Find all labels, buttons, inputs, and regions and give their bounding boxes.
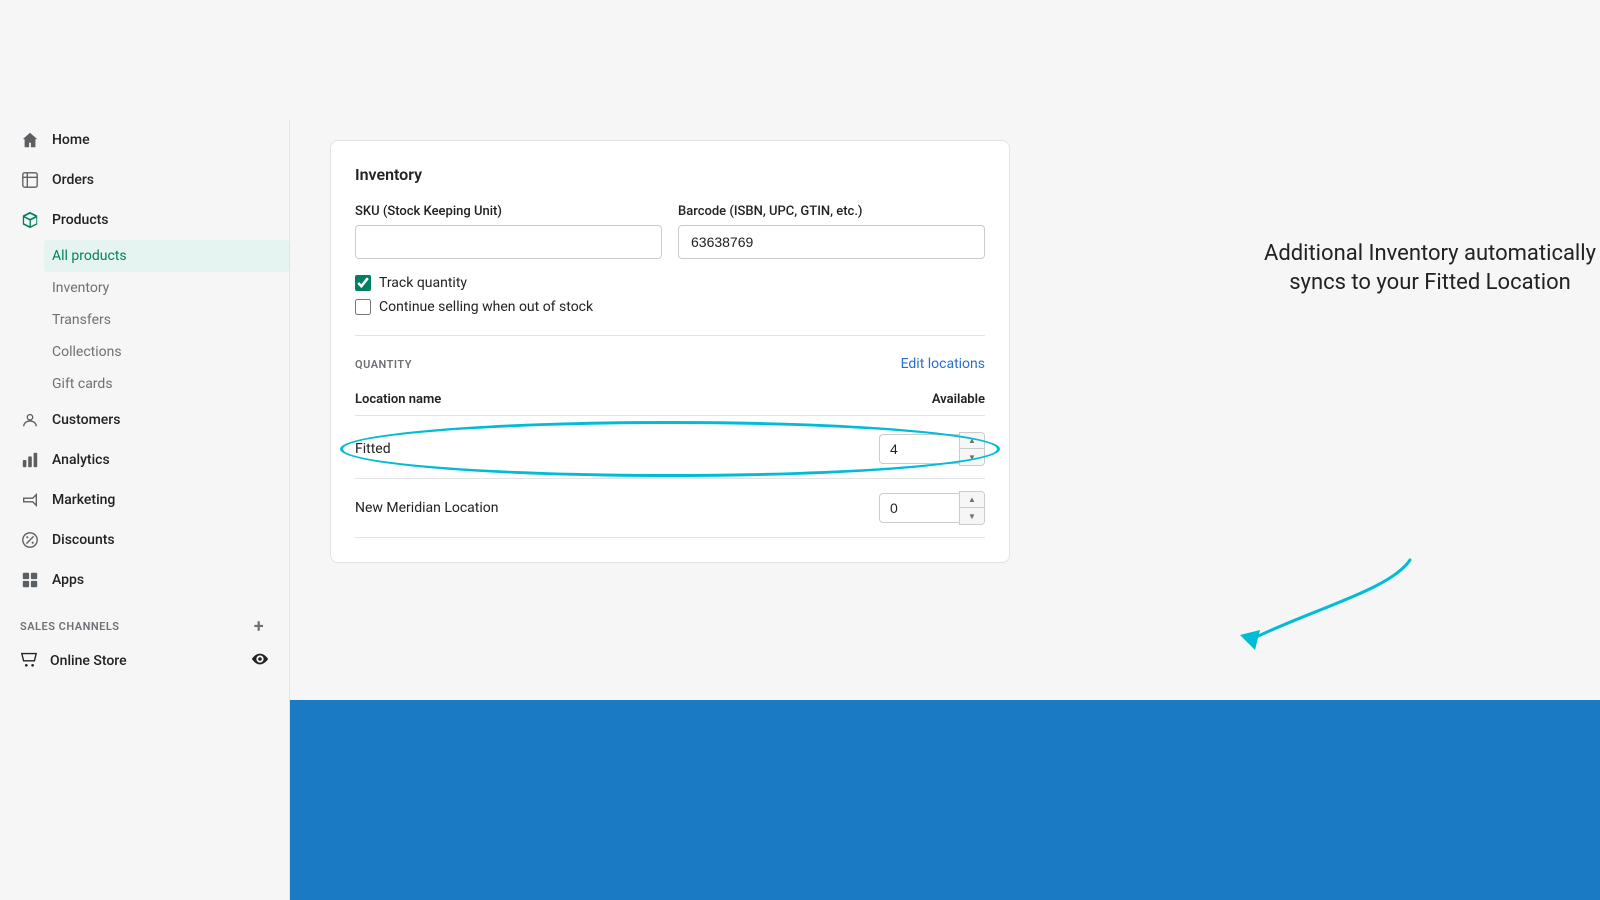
new-meridian-quantity-increment[interactable]: ▲ (960, 492, 984, 508)
online-store-label: Online Store (50, 653, 127, 669)
track-quantity-checkbox[interactable] (355, 275, 371, 291)
sidebar-item-customers[interactable]: Customers (0, 400, 289, 440)
sidebar-item-apps[interactable]: Apps (0, 560, 289, 600)
sidebar-sub-item-transfers[interactable]: Transfers (52, 304, 289, 336)
sku-label: SKU (Stock Keeping Unit) (355, 204, 662, 219)
sidebar-sub-item-all-products[interactable]: All products (44, 240, 289, 272)
new-meridian-quantity-spinner: ▲ ▼ (879, 491, 985, 525)
apps-icon (20, 570, 40, 590)
sidebar-item-orders[interactable]: Orders (0, 160, 289, 200)
marketing-icon (20, 490, 40, 510)
fitted-quantity-decrement[interactable]: ▼ (960, 449, 984, 465)
continue-selling-checkbox[interactable] (355, 299, 371, 315)
new-meridian-quantity-input[interactable] (879, 493, 959, 523)
sidebar-item-orders-label: Orders (52, 172, 94, 188)
sidebar-item-customers-label: Customers (52, 412, 120, 428)
sidebar-item-analytics-label: Analytics (52, 452, 110, 468)
add-sales-channel-button[interactable]: + (249, 616, 269, 636)
divider (355, 335, 985, 336)
sales-channels-section: SALES CHANNELS + (0, 600, 289, 640)
new-meridian-location-name: New Meridian Location (355, 500, 499, 516)
sidebar-item-discounts[interactable]: Discounts (0, 520, 289, 560)
sidebar-item-apps-label: Apps (52, 572, 84, 588)
continue-selling-row: Continue selling when out of stock (355, 299, 985, 315)
fitted-quantity-input[interactable] (879, 434, 959, 464)
continue-selling-label: Continue selling when out of stock (379, 299, 593, 315)
quantity-header: QUANTITY Edit locations (355, 356, 985, 372)
sidebar-item-marketing[interactable]: Marketing (0, 480, 289, 520)
inventory-card-title: Inventory (355, 165, 985, 184)
sidebar-item-products[interactable]: Products (0, 200, 289, 240)
annotation-text: Additional Inventory automatically syncs… (1260, 240, 1600, 297)
location-table: Location name Available Fitted ▲ ▼ (355, 384, 985, 538)
orders-icon (20, 170, 40, 190)
location-row-fitted: Fitted ▲ ▼ (355, 420, 985, 479)
customers-icon (20, 410, 40, 430)
sidebar-sub-item-inventory[interactable]: Inventory (52, 272, 289, 304)
sku-input[interactable] (355, 225, 662, 259)
inventory-card: Inventory SKU (Stock Keeping Unit) Barco… (330, 140, 1010, 563)
discounts-icon (20, 530, 40, 550)
barcode-group: Barcode (ISBN, UPC, GTIN, etc.) (678, 204, 985, 259)
col-available: Available (932, 392, 985, 407)
sidebar-item-products-label: Products (52, 212, 109, 228)
location-table-header: Location name Available (355, 384, 985, 416)
edit-locations-link[interactable]: Edit locations (901, 356, 985, 372)
new-meridian-quantity-decrement[interactable]: ▼ (960, 508, 984, 524)
annotation-area: Additional Inventory automatically syncs… (1260, 120, 1600, 900)
track-quantity-label: Track quantity (379, 275, 467, 291)
products-sub-menu: All products Inventory Transfers Collect… (0, 240, 289, 400)
barcode-label: Barcode (ISBN, UPC, GTIN, etc.) (678, 204, 985, 219)
online-store-eye-icon[interactable] (251, 650, 269, 672)
annotation-arrow (1230, 550, 1430, 670)
track-quantity-row: Track quantity (355, 275, 985, 291)
sidebar-item-home-label: Home (52, 132, 90, 148)
col-location-name: Location name (355, 392, 441, 407)
fitted-quantity-increment[interactable]: ▲ (960, 433, 984, 449)
sidebar-sub-item-collections[interactable]: Collections (52, 336, 289, 368)
quantity-section-label: QUANTITY (355, 358, 412, 371)
sidebar: Home Orders (0, 120, 290, 900)
online-store-icon (20, 650, 38, 672)
sidebar-item-analytics[interactable]: Analytics (0, 440, 289, 480)
home-icon (20, 130, 40, 150)
sku-group: SKU (Stock Keeping Unit) (355, 204, 662, 259)
fitted-spinner-buttons: ▲ ▼ (959, 432, 985, 466)
sidebar-item-home[interactable]: Home (0, 120, 289, 160)
sku-barcode-row: SKU (Stock Keeping Unit) Barcode (ISBN, … (355, 204, 985, 259)
sidebar-item-discounts-label: Discounts (52, 532, 115, 548)
sidebar-sub-item-gift-cards[interactable]: Gift cards (52, 368, 289, 400)
sidebar-item-marketing-label: Marketing (52, 492, 115, 508)
analytics-icon (20, 450, 40, 470)
main-content: Inventory SKU (Stock Keeping Unit) Barco… (290, 120, 1260, 900)
sidebar-item-online-store[interactable]: Online Store (0, 640, 289, 682)
new-meridian-spinner-buttons: ▲ ▼ (959, 491, 985, 525)
products-icon (20, 210, 40, 230)
fitted-location-name: Fitted (355, 441, 391, 457)
barcode-input[interactable] (678, 225, 985, 259)
location-row-new-meridian: New Meridian Location ▲ ▼ (355, 479, 985, 538)
fitted-quantity-spinner: ▲ ▼ (879, 432, 985, 466)
